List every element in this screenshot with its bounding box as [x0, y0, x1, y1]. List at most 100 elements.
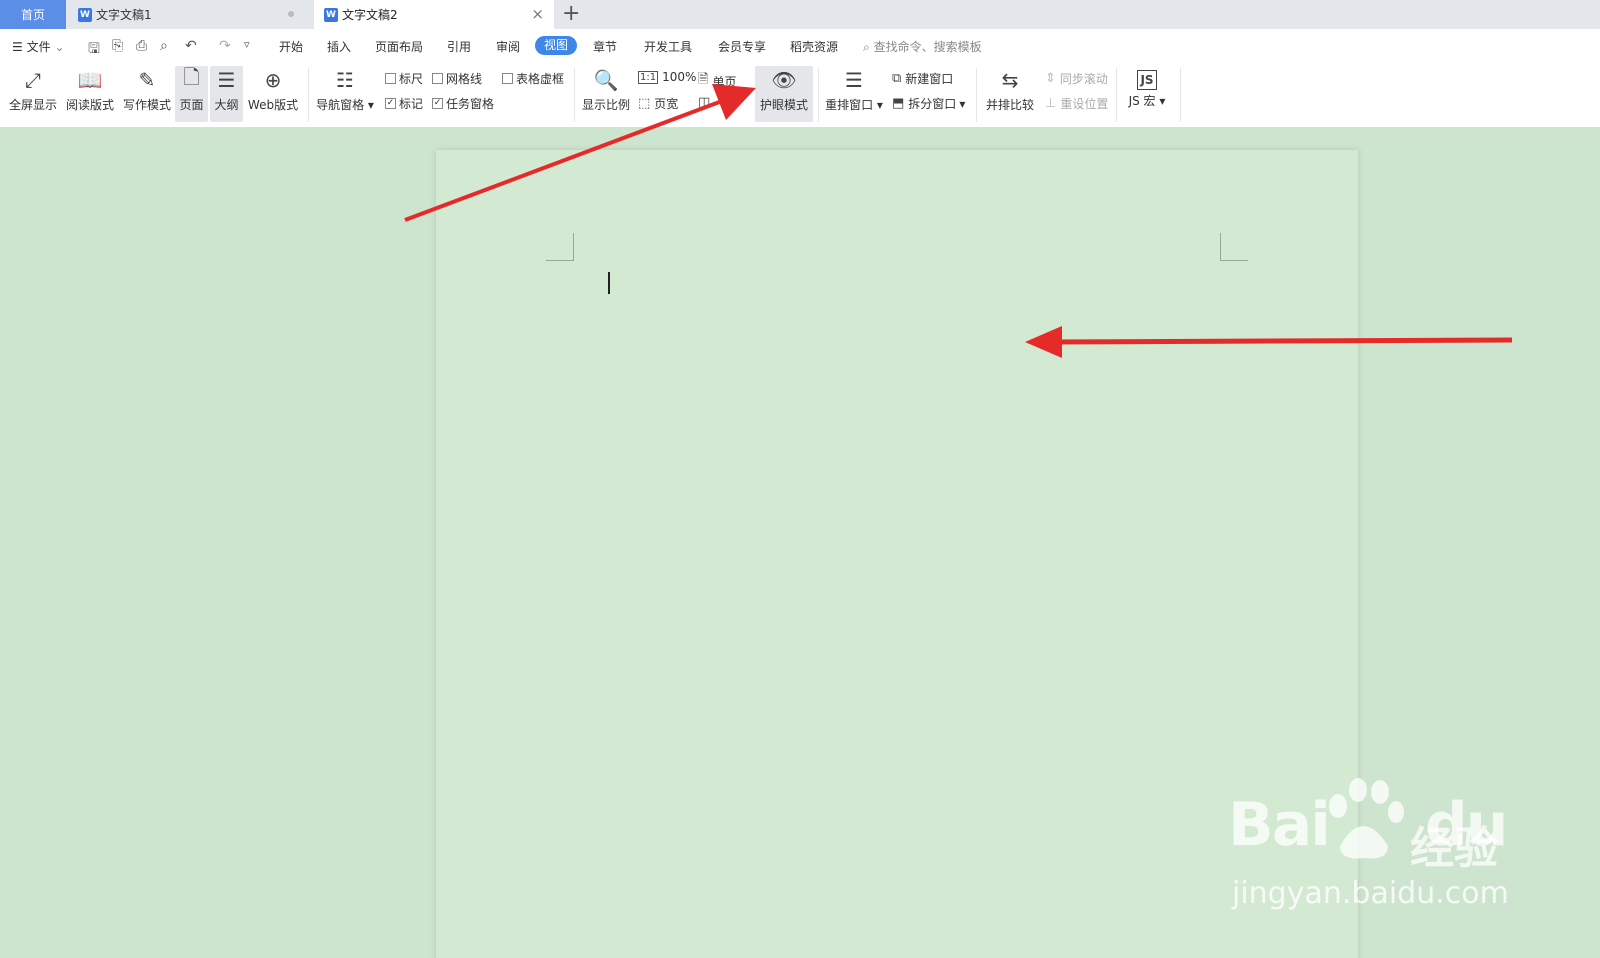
tab-home-label: 首页 [20, 8, 45, 22]
fullscreen-icon: ⤢ [25, 68, 41, 92]
eye-protection-mode-button[interactable]: 👁 护眼模式 [755, 66, 813, 122]
reading-layout-label: 阅读版式 [65, 98, 114, 112]
web-layout-label: Web版式 [247, 98, 299, 112]
menu-item-home[interactable]: 开始 [279, 38, 303, 55]
page-icon: 🗋 [183, 65, 200, 89]
menu-item-insert[interactable]: 插入 [327, 38, 351, 55]
js-macro-button[interactable]: JS JS 宏 ▾ [1124, 66, 1170, 122]
tab-document-1-label: 文字文稿1 [96, 8, 152, 22]
divider [976, 68, 977, 122]
reset-position-icon: ⊥ [1045, 96, 1057, 111]
zoom-button[interactable]: 🔍 显示比例 [580, 66, 632, 122]
print-icon[interactable]: ⎙ [136, 38, 147, 54]
markup-label: 标记 [399, 97, 424, 111]
split-window-icon: ⬒ [892, 96, 905, 111]
document-page[interactable] [436, 150, 1358, 958]
zoom-100-label: 100% [662, 70, 697, 84]
table-gridlines-checkbox[interactable]: 表格虚框 [502, 70, 564, 87]
chevron-down-icon: ⌄ [54, 40, 65, 54]
checkmark-icon: ✓ [432, 98, 443, 109]
save-icon[interactable]: 🖫 [88, 38, 100, 62]
file-menu[interactable]: ☰ 文件 ⌄ [12, 38, 65, 55]
search-icon: ⌕ [863, 40, 870, 54]
eye-protection-mode-label: 护眼模式 [759, 98, 808, 112]
ruler-label: 标尺 [399, 72, 424, 86]
outline-view-button[interactable]: ☰ 大纲 [210, 66, 243, 122]
divider [818, 68, 819, 122]
menu-bar: ☰ 文件 ⌄ 🖫 ⎘ ⎙ ⌕ ↶ ↷ ▿ 开始 插入 页面布局 引用 审阅 视图… [0, 29, 1600, 62]
wps-writer-icon: W [324, 7, 338, 22]
gridlines-checkbox[interactable]: 网格线 [432, 70, 482, 87]
divider [1180, 68, 1181, 122]
undo-icon[interactable]: ↶ [185, 38, 197, 54]
tab-home[interactable]: 首页 [0, 0, 66, 29]
fullscreen-button[interactable]: ⤢ 全屏显示 [8, 66, 58, 122]
tab-bar: 首页 W 文字文稿1 W 文字文稿2 × + [0, 0, 1600, 29]
new-window-icon: ⧉ [892, 71, 902, 86]
navigation-pane-button[interactable]: ☷ 导航窗格 ▾ [316, 66, 374, 122]
sync-scroll-icon: ⇕ [1045, 71, 1056, 86]
new-window-label: 新建窗口 [905, 72, 954, 86]
markup-checkbox[interactable]: ✓ 标记 [385, 95, 423, 112]
page-view-button[interactable]: 🗋 页面 [175, 65, 208, 122]
menu-item-review[interactable]: 审阅 [496, 38, 520, 55]
eye-icon: 👁 [771, 68, 797, 92]
menu-item-chapter[interactable]: 章节 [593, 38, 617, 55]
reading-layout-button[interactable]: 📖 阅读版式 [65, 66, 115, 122]
arrange-windows-button[interactable]: ☰ 重排窗口 ▾ [825, 66, 883, 122]
text-cursor [608, 272, 610, 294]
hamburger-icon: ☰ [12, 40, 23, 54]
list-icon: ☷ [336, 68, 354, 92]
menu-item-page-layout[interactable]: 页面布局 [375, 38, 423, 55]
page-width-icon: ⬚ [638, 96, 651, 111]
pen-icon: ✎ [138, 68, 156, 92]
side-by-side-button[interactable]: ⇆ 并排比较 [984, 66, 1036, 122]
writing-mode-button[interactable]: ✎ 写作模式 [122, 66, 172, 122]
watermark-url: jingyan.baidu.com [1232, 876, 1509, 911]
reset-position-label: 重设位置 [1060, 97, 1109, 111]
sync-scroll-button[interactable]: ⇕ 同步滚动 [1045, 70, 1108, 87]
zoom-100-button[interactable]: 1:1 100% [638, 70, 696, 84]
web-layout-button[interactable]: ⊕ Web版式 [246, 66, 300, 122]
customize-toolbar-icon[interactable]: ▿ [244, 38, 250, 51]
two-pages-icon: ◫ [698, 95, 711, 110]
file-menu-label: 文件 [26, 40, 51, 54]
js-script-icon: JS [1137, 70, 1157, 90]
unsaved-dot-icon[interactable] [288, 11, 294, 17]
tab-document-2-label: 文字文稿2 [342, 8, 398, 22]
menu-item-view[interactable]: 视图 [535, 36, 578, 55]
view-ribbon: ⤢ 全屏显示 📖 阅读版式 ✎ 写作模式 🗋 页面 ☰ 大纲 ⊕ Web版式 ☷… [0, 62, 1600, 128]
multi-page-button[interactable]: ◫ [698, 95, 714, 110]
tab-document-2[interactable]: W 文字文稿2 × [314, 0, 554, 29]
redo-icon[interactable]: ↷ [219, 38, 231, 54]
print-preview-icon[interactable]: ⌕ [160, 38, 168, 54]
command-search[interactable]: ⌕ 查找命令、搜索模板 [863, 38, 982, 55]
page-width-button[interactable]: ⬚ 页宽 [638, 95, 678, 112]
single-page-label: 单页 [712, 74, 737, 89]
navigation-pane-label: 导航窗格 ▾ [316, 98, 374, 112]
single-page-button[interactable]: 🗎 单页 [698, 70, 736, 92]
one-to-one-icon: 1:1 [638, 70, 659, 84]
new-window-button[interactable]: ⧉ 新建窗口 [892, 70, 953, 87]
gridlines-label: 网格线 [446, 72, 483, 86]
menu-item-docer[interactable]: 稻壳资源 [790, 38, 838, 55]
web-page-icon: ⊕ [264, 68, 282, 92]
wps-writer-icon: W [78, 7, 92, 22]
reset-position-button[interactable]: ⊥ 重设位置 [1045, 95, 1108, 112]
menu-item-member[interactable]: 会员专享 [718, 38, 766, 55]
menu-item-references[interactable]: 引用 [447, 38, 471, 55]
arrange-windows-label: 重排窗口 ▾ [825, 98, 883, 112]
close-icon[interactable]: × [531, 5, 544, 23]
export-pdf-icon[interactable]: ⎘ [112, 38, 123, 54]
tab-document-1[interactable]: W 文字文稿1 [66, 0, 310, 29]
margin-corner-marker [546, 233, 574, 261]
js-macro-label: JS 宏 ▾ [1128, 94, 1166, 108]
menu-item-developer[interactable]: 开发工具 [644, 38, 692, 55]
new-tab-button[interactable]: + [562, 1, 580, 27]
ruler-checkbox[interactable]: 标尺 [385, 70, 423, 87]
fullscreen-label: 全屏显示 [8, 98, 57, 112]
task-pane-checkbox[interactable]: ✓ 任务窗格 [432, 95, 494, 112]
divider [1116, 68, 1117, 122]
split-window-button[interactable]: ⬒ 拆分窗口 ▾ [892, 95, 965, 112]
zoom-percent-icon: 🔍 [593, 68, 619, 92]
